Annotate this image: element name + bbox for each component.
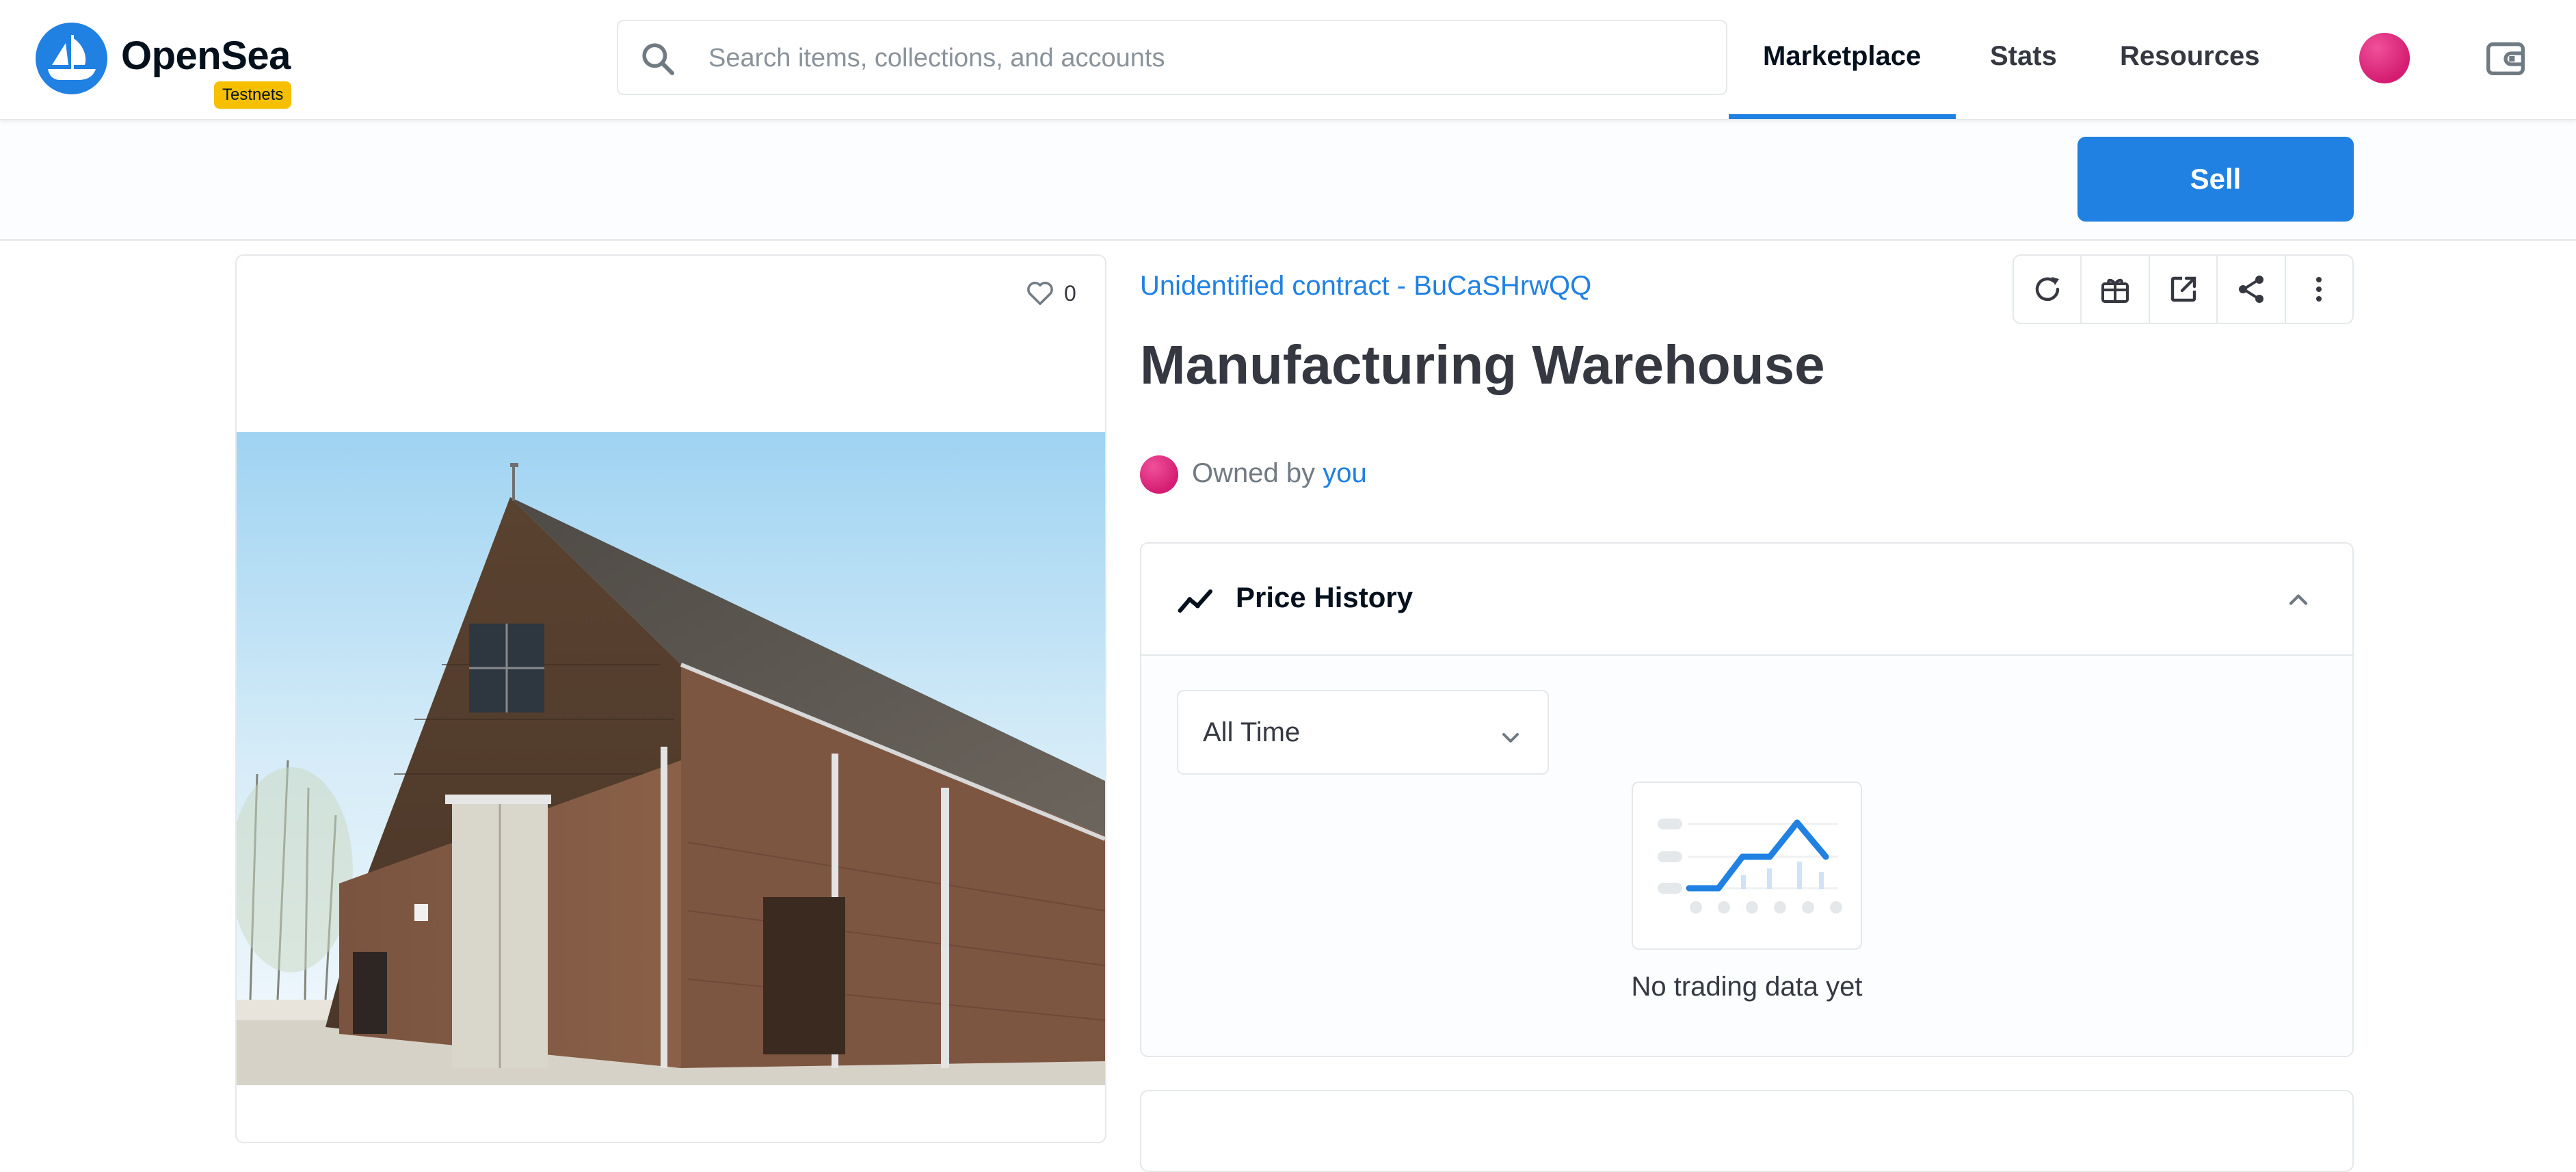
owner-avatar[interactable] xyxy=(1140,455,1178,494)
period-select[interactable]: All Time xyxy=(1177,690,1549,775)
nft-image-warehouse[interactable] xyxy=(237,432,1105,1085)
brand-name[interactable]: OpenSea xyxy=(121,33,291,79)
wallet-icon[interactable] xyxy=(2484,37,2527,81)
nav-resources[interactable]: Resources xyxy=(2120,41,2260,72)
nav-marketplace[interactable]: Marketplace xyxy=(1763,41,1921,72)
external-link-button[interactable] xyxy=(2150,256,2218,323)
share-button[interactable] xyxy=(2218,256,2286,323)
next-panel-header[interactable] xyxy=(1140,1090,2354,1172)
external-link-icon xyxy=(2170,276,2196,302)
chevron-down-icon xyxy=(1502,733,1519,743)
sell-button[interactable]: Sell xyxy=(2077,137,2354,222)
empty-chart-illustration xyxy=(1632,782,1862,950)
opensea-logo-icon[interactable] xyxy=(36,23,107,94)
testnets-badge: Testnets xyxy=(214,81,292,109)
item-title: Manufacturing Warehouse xyxy=(1140,334,1825,395)
price-history-body: All Time No trading data yet xyxy=(1141,656,2352,1056)
more-vertical-icon xyxy=(2316,277,2322,302)
item-action-group xyxy=(2013,254,2354,324)
price-history-header[interactable]: Price History xyxy=(1141,544,2352,656)
search-icon xyxy=(642,43,675,76)
price-history-title: Price History xyxy=(1236,581,1413,613)
more-options-button[interactable] xyxy=(2286,256,2352,323)
favorite-count: 0 xyxy=(1064,281,1076,306)
heart-icon[interactable] xyxy=(1024,277,1056,308)
owner-link[interactable]: you xyxy=(1323,458,1367,488)
transfer-button[interactable] xyxy=(2082,256,2150,323)
owned-by-label: Owned by xyxy=(1192,458,1316,488)
refresh-icon xyxy=(2035,277,2059,302)
active-nav-indicator xyxy=(1729,114,1956,119)
share-icon xyxy=(2238,276,2263,303)
line-chart-placeholder-icon xyxy=(1658,818,1842,914)
nav-stats[interactable]: Stats xyxy=(1990,41,2057,72)
chevron-up-icon[interactable] xyxy=(2283,585,2313,615)
no-trading-data-text: No trading data yet xyxy=(1631,972,1863,1002)
profile-avatar[interactable] xyxy=(2359,33,2410,83)
refresh-button[interactable] xyxy=(2014,256,2082,323)
period-select-value: All Time xyxy=(1203,717,1301,747)
search-input[interactable] xyxy=(707,21,1708,95)
collection-link[interactable]: Unidentified contract - BuCaSHrwQQ xyxy=(1140,271,1591,302)
trending-line-icon xyxy=(1178,589,1213,613)
top-navbar: OpenSea Testnets Marketplace Stats Resou… xyxy=(0,0,2576,120)
search-bar[interactable] xyxy=(617,20,1727,95)
price-history-panel: Price History All Time No trading data y… xyxy=(1140,542,2354,1057)
owned-by-line: Owned by you xyxy=(1192,458,1367,489)
gift-icon xyxy=(2101,278,2129,303)
